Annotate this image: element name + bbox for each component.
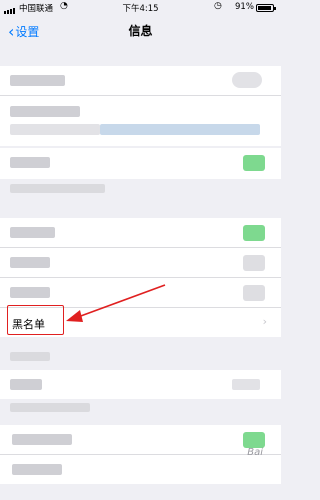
blurred-text (12, 434, 72, 445)
blurred-section-header (10, 352, 50, 361)
settings-section-5 (0, 425, 281, 484)
blurred-footnote (10, 403, 90, 412)
blurred-row[interactable] (0, 370, 281, 399)
blurred-value (232, 379, 260, 390)
blurred-row[interactable] (0, 455, 281, 484)
blurred-row[interactable] (0, 425, 281, 455)
blurred-text (10, 379, 42, 390)
settings-section-4 (0, 370, 281, 399)
toggle-switch[interactable] (243, 432, 265, 448)
blurred-text (12, 464, 62, 475)
watermark: Bai (247, 447, 263, 458)
